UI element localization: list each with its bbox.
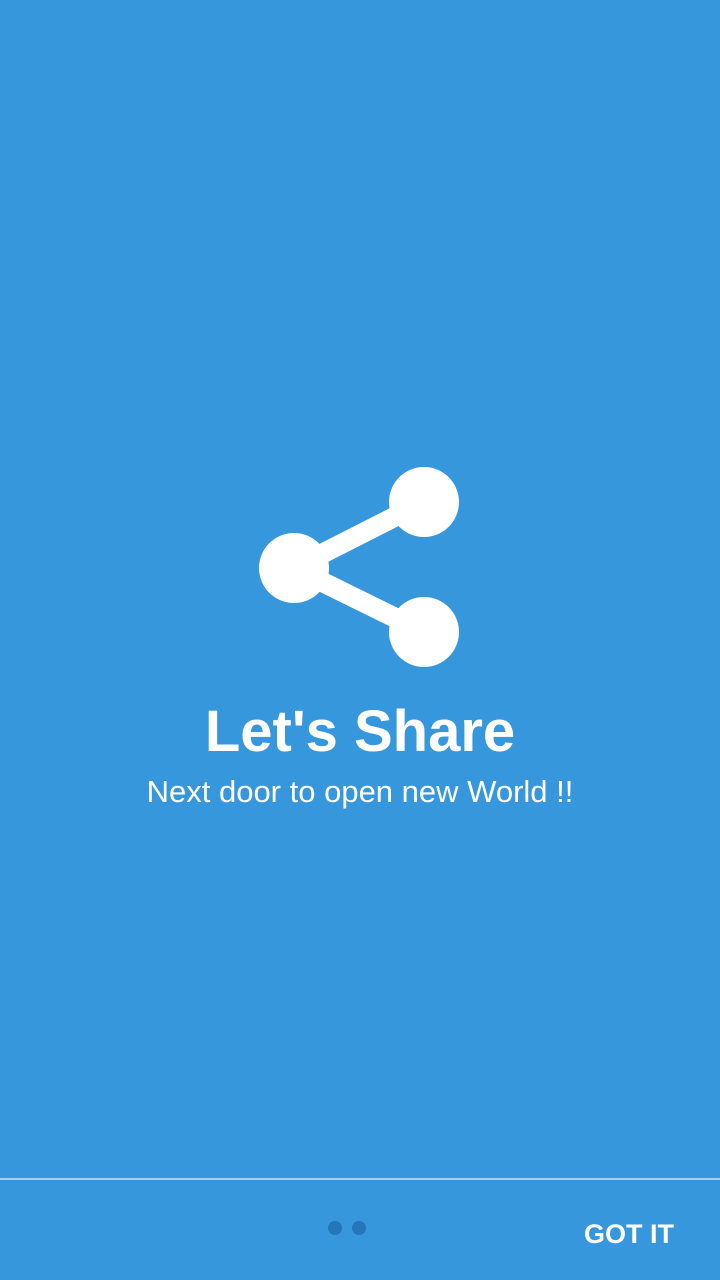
footer-divider	[0, 1178, 720, 1180]
page-subtitle: Next door to open new World !!	[146, 774, 574, 809]
page-indicator-dot[interactable]	[328, 1221, 342, 1235]
share-icon	[258, 466, 462, 670]
page-indicator-dot[interactable]	[352, 1221, 366, 1235]
page-indicator	[328, 1221, 366, 1235]
intro-screen: Let's Share Next door to open new World …	[0, 0, 720, 1280]
page-title: Let's Share	[204, 699, 516, 764]
got-it-button[interactable]: GOT IT	[584, 1214, 674, 1254]
